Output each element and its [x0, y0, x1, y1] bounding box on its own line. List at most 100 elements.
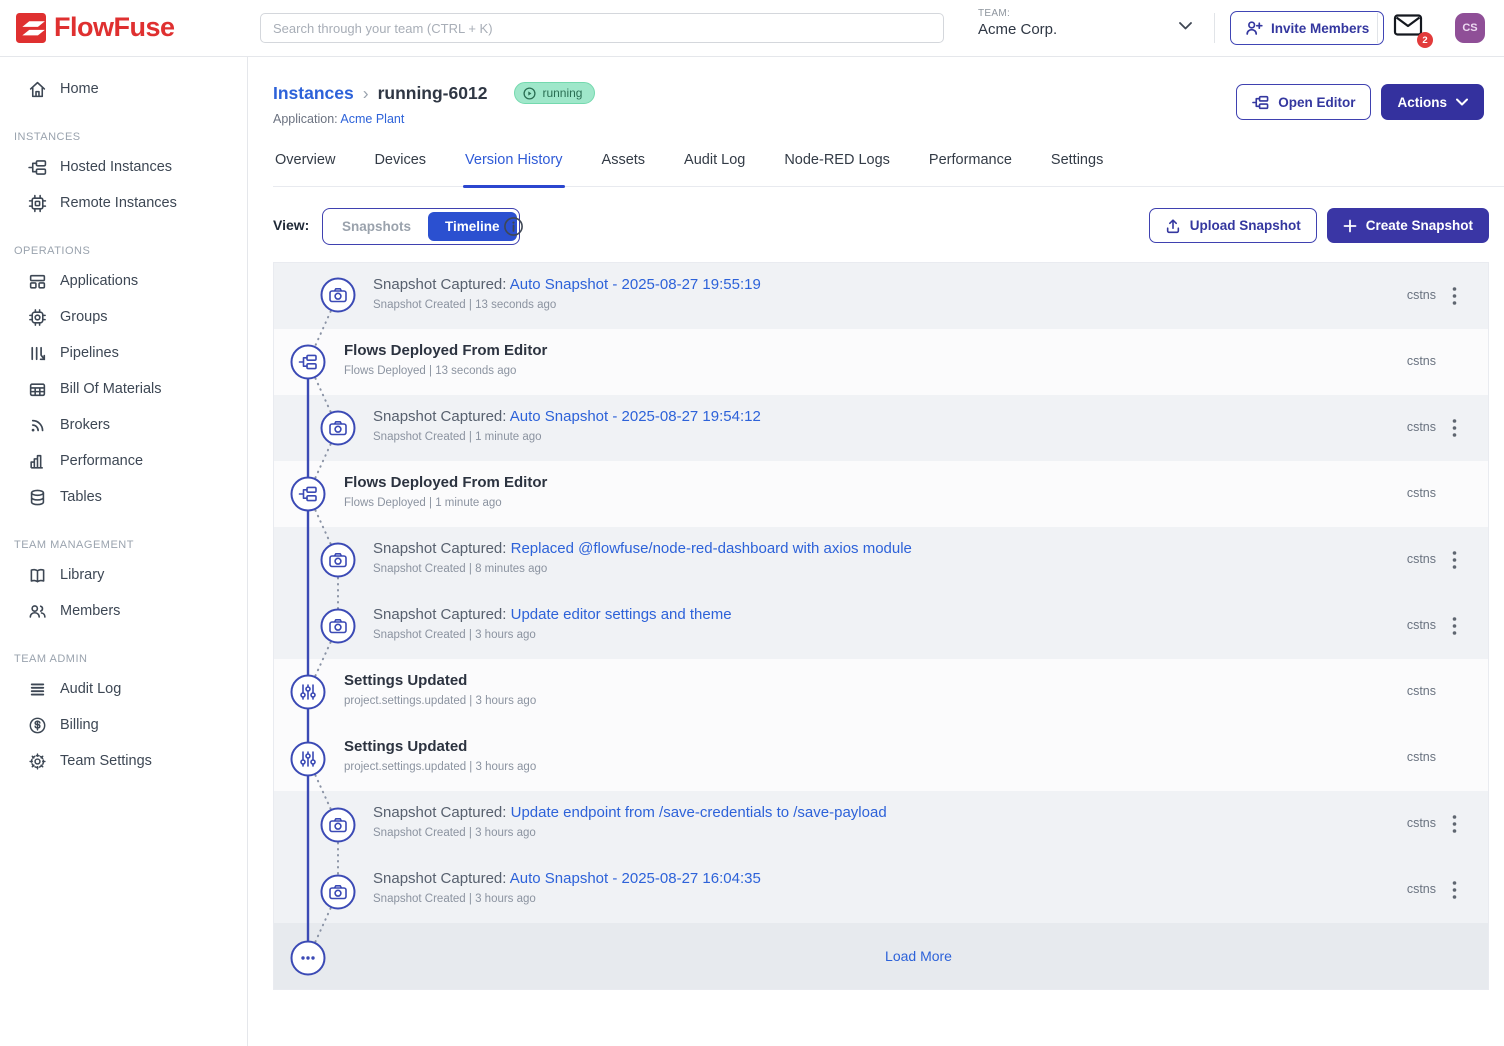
sidebar-item-groups[interactable]: Groups [0, 299, 247, 335]
timeline-row: Snapshot Captured: Auto Snapshot - 2025-… [274, 857, 1488, 923]
sidebar-item-remote-instances[interactable]: Remote Instances [0, 185, 247, 221]
row-meta: project.settings.updated | 3 hours ago [344, 695, 536, 707]
sidebar-item-tables[interactable]: Tables [0, 479, 247, 515]
event-title: Flows Deployed From Editor [344, 474, 547, 491]
tab-node-red-logs[interactable]: Node-RED Logs [782, 146, 892, 186]
row-user: cstns [1407, 420, 1436, 434]
team-selector[interactable]: TEAM: Acme Corp. [978, 8, 1196, 48]
row-meta: Snapshot Created | 3 hours ago [373, 893, 761, 905]
search-input[interactable] [260, 13, 944, 43]
tab-audit-log[interactable]: Audit Log [682, 146, 747, 186]
sidebar-item-team-settings[interactable]: Team Settings [0, 743, 247, 779]
flowfuse-logo[interactable]: FlowFuse [16, 12, 175, 43]
timeline-row: Snapshot Captured: Update editor setting… [274, 593, 1488, 659]
snapshot-prefix: Snapshot Captured: [373, 408, 506, 425]
application-row: Application: Acme Plant [273, 112, 404, 126]
sidebar-item-applications[interactable]: Applications [0, 263, 247, 299]
tab-performance[interactable]: Performance [927, 146, 1014, 186]
sidebar-item-label: Pipelines [60, 345, 119, 361]
tab-assets[interactable]: Assets [600, 146, 648, 186]
row-user: cstns [1407, 816, 1436, 830]
row-menu-button[interactable] [1452, 284, 1472, 308]
timeline-row: Snapshot Captured: Update endpoint from … [274, 791, 1488, 857]
tab-settings[interactable]: Settings [1049, 146, 1105, 186]
flowfuse-logo-icon [16, 13, 46, 43]
row-user: cstns [1407, 750, 1436, 764]
sidebar: Home INSTANCES Hosted Instances Remote I… [0, 57, 248, 1046]
notifications-button[interactable]: 2 [1393, 13, 1427, 45]
team-name: Acme Corp. [978, 21, 1196, 38]
row-user: cstns [1407, 486, 1436, 500]
sidebar-item-library[interactable]: Library [0, 557, 247, 593]
main-content: Instances › running-6012 running Applica… [248, 57, 1504, 1046]
actions-button[interactable]: Actions [1381, 84, 1484, 120]
row-menu-button[interactable] [1452, 548, 1472, 572]
timeline-table: Snapshot Captured: Auto Snapshot - 2025-… [273, 262, 1489, 990]
avatar[interactable]: CS [1455, 13, 1485, 43]
sidebar-item-bill-of-materials[interactable]: Bill Of Materials [0, 371, 247, 407]
snapshot-link[interactable]: Update endpoint from /save-credentials t… [511, 804, 887, 821]
snapshot-prefix: Snapshot Captured: [373, 540, 506, 557]
row-menu-button[interactable] [1452, 878, 1472, 902]
sidebar-item-brokers[interactable]: Brokers [0, 407, 247, 443]
create-snapshot-button[interactable]: Create Snapshot [1327, 208, 1489, 243]
snapshot-link[interactable]: Replaced @flowfuse/node-red-dashboard wi… [511, 540, 912, 557]
team-label: TEAM: [978, 8, 1196, 19]
event-title: Settings Updated [344, 672, 467, 689]
pipelines-icon [28, 344, 47, 363]
application-label: Application: [273, 112, 338, 126]
invite-members-button[interactable]: Invite Members [1230, 11, 1384, 45]
sidebar-item-label: Audit Log [60, 681, 121, 697]
invite-members-label: Invite Members [1271, 21, 1369, 36]
tab-devices[interactable]: Devices [372, 146, 428, 186]
view-label: View: [273, 217, 309, 233]
timeline-row: Snapshot Captured: Replaced @flowfuse/no… [274, 527, 1488, 593]
tab-overview[interactable]: Overview [273, 146, 337, 186]
windows-icon [28, 272, 47, 291]
row-menu-button[interactable] [1452, 416, 1472, 440]
toggle-snapshots[interactable]: Snapshots [325, 212, 428, 241]
snapshot-link[interactable]: Auto Snapshot - 2025-08-27 19:55:19 [510, 276, 761, 293]
open-editor-button[interactable]: Open Editor [1236, 84, 1371, 120]
sidebar-item-hosted-instances[interactable]: Hosted Instances [0, 149, 247, 185]
sidebar-item-members[interactable]: Members [0, 593, 247, 629]
sidebar-item-label: Brokers [60, 417, 110, 433]
row-meta: Flows Deployed | 1 minute ago [344, 497, 547, 509]
snapshot-link[interactable]: Auto Snapshot - 2025-08-27 16:04:35 [510, 870, 761, 887]
row-menu-button[interactable] [1452, 614, 1472, 638]
tab-version-history[interactable]: Version History [463, 146, 565, 186]
timeline-row: Snapshot Captured: Auto Snapshot - 2025-… [274, 395, 1488, 461]
row-meta: Snapshot Created | 3 hours ago [373, 629, 732, 641]
info-icon[interactable] [503, 216, 524, 237]
sidebar-item-label: Home [60, 81, 99, 97]
snapshot-prefix: Snapshot Captured: [373, 276, 506, 293]
row-menu-button[interactable] [1452, 812, 1472, 836]
sidebar-item-performance[interactable]: Performance [0, 443, 247, 479]
group-chip-icon [28, 308, 47, 327]
sidebar-item-audit-log[interactable]: Audit Log [0, 671, 247, 707]
sidebar-item-label: Performance [60, 453, 143, 469]
actions-label: Actions [1397, 95, 1447, 110]
sidebar-item-pipelines[interactable]: Pipelines [0, 335, 247, 371]
sidebar-item-label: Groups [60, 309, 108, 325]
sidebar-item-billing[interactable]: Billing [0, 707, 247, 743]
sidebar-item-home[interactable]: Home [0, 71, 247, 107]
timeline-row: Settings Updated project.settings.update… [274, 659, 1488, 725]
snapshot-prefix: Snapshot Captured: [373, 870, 506, 887]
open-editor-label: Open Editor [1278, 95, 1355, 110]
sidebar-item-label: Applications [60, 273, 138, 289]
broadcast-icon [28, 416, 47, 435]
snapshot-link[interactable]: Update editor settings and theme [511, 606, 732, 623]
upload-snapshot-button[interactable]: Upload Snapshot [1149, 208, 1317, 243]
status-badge: running [514, 82, 595, 104]
sidebar-section-operations: OPERATIONS [0, 221, 247, 263]
application-link[interactable]: Acme Plant [340, 112, 404, 126]
sidebar-item-label: Members [60, 603, 120, 619]
snapshot-link[interactable]: Auto Snapshot - 2025-08-27 19:54:12 [510, 408, 761, 425]
load-more-link[interactable]: Load More [885, 948, 952, 964]
top-bar: FlowFuse TEAM: Acme Corp. Invite Members… [0, 0, 1504, 57]
upload-snapshot-label: Upload Snapshot [1190, 218, 1301, 233]
timeline-row: Snapshot Captured: Auto Snapshot - 2025-… [274, 263, 1488, 329]
logo-wordmark: FlowFuse [54, 12, 175, 43]
breadcrumb-instances-link[interactable]: Instances [273, 83, 354, 104]
